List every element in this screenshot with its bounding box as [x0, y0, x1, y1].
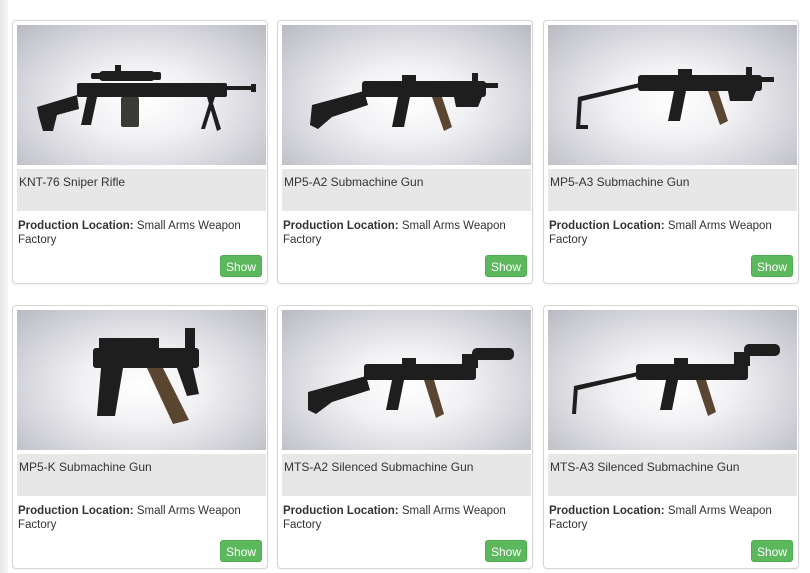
product-image-mts-a2[interactable] [282, 310, 531, 450]
production-location-label: Production Location: [18, 220, 134, 232]
show-button[interactable]: Show [751, 255, 793, 277]
product-card: MP5-A2 Submachine Gun Production Locatio… [277, 20, 533, 284]
production-location: Production Location: Small Arms Weapon F… [18, 219, 258, 247]
production-location-label: Production Location: [549, 220, 665, 232]
production-location: Production Location: Small Arms Weapon F… [549, 219, 789, 247]
production-location: Production Location: Small Arms Weapon F… [549, 504, 789, 532]
product-grid: KNT-76 Sniper Rifle Production Location:… [0, 0, 810, 573]
product-title: MTS-A3 Silenced Submachine Gun [548, 454, 797, 496]
product-image-mts-a3[interactable] [548, 310, 797, 450]
product-card: MP5-K Submachine Gun Production Location… [12, 305, 268, 569]
product-title: MP5-A3 Submachine Gun [548, 169, 797, 211]
product-card: MP5-A3 Submachine Gun Production Locatio… [543, 20, 799, 284]
submachine-gun-icon [93, 328, 199, 424]
show-button[interactable]: Show [485, 540, 527, 562]
product-title: MTS-A2 Silenced Submachine Gun [282, 454, 531, 496]
production-location: Production Location: Small Arms Weapon F… [18, 504, 258, 532]
product-card: MTS-A2 Silenced Submachine Gun Productio… [277, 305, 533, 569]
show-button[interactable]: Show [485, 255, 527, 277]
product-title: KNT-76 Sniper Rifle [17, 169, 266, 211]
product-title: MP5-A2 Submachine Gun [282, 169, 531, 211]
show-button[interactable]: Show [751, 540, 793, 562]
production-location-label: Production Location: [283, 220, 399, 232]
production-location-label: Production Location: [18, 505, 134, 517]
silenced-submachine-gun-icon [308, 348, 514, 418]
production-location: Production Location: Small Arms Weapon F… [283, 504, 523, 532]
product-image-mp5-a3[interactable] [548, 25, 797, 165]
show-button[interactable]: Show [220, 255, 262, 277]
silenced-submachine-gun-icon [572, 344, 780, 416]
sniper-rifle-icon [37, 65, 256, 131]
product-image-mp5-k[interactable] [17, 310, 266, 450]
production-location: Production Location: Small Arms Weapon F… [283, 219, 523, 247]
product-card: KNT-76 Sniper Rifle Production Location:… [12, 20, 268, 284]
production-location-label: Production Location: [549, 505, 665, 517]
show-button[interactable]: Show [220, 540, 262, 562]
production-location-label: Production Location: [283, 505, 399, 517]
submachine-gun-icon [576, 67, 774, 129]
product-image-sniper-rifle[interactable] [17, 25, 266, 165]
product-card: MTS-A3 Silenced Submachine Gun Productio… [543, 305, 799, 569]
product-title: MP5-K Submachine Gun [17, 454, 266, 496]
submachine-gun-icon [310, 73, 498, 131]
product-image-mp5-a2[interactable] [282, 25, 531, 165]
